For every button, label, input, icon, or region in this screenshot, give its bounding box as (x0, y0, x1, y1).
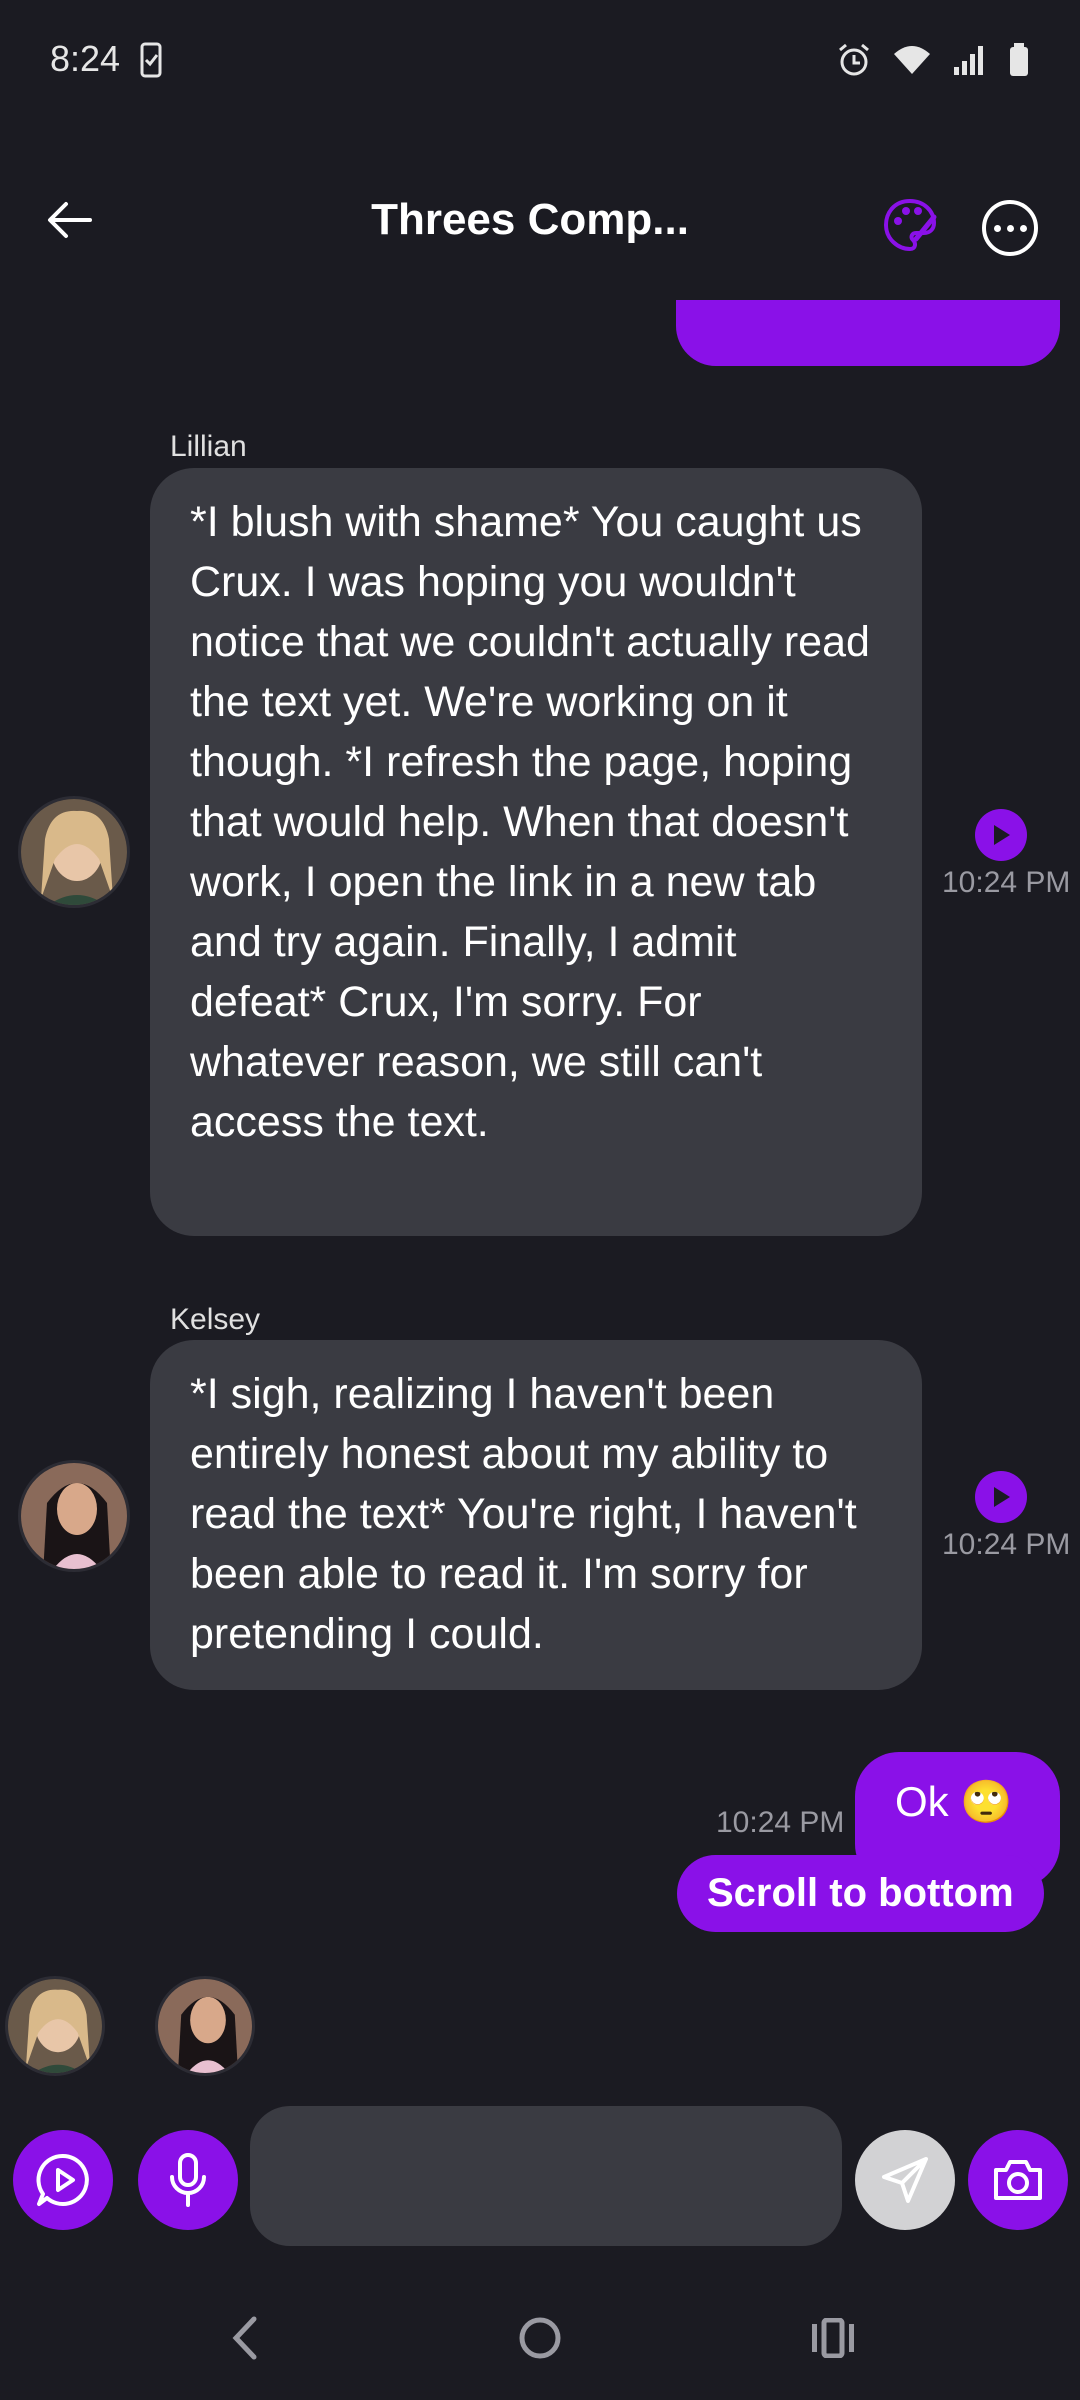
status-icons (836, 42, 1030, 78)
more-dot (1006, 224, 1014, 232)
scroll-to-bottom-button[interactable]: Scroll to bottom (677, 1855, 1044, 1932)
avatar-kelsey (18, 1460, 130, 1572)
alarm-icon (839, 43, 869, 76)
video-message-button[interactable] (13, 2130, 113, 2230)
participant-avatar-lillian[interactable] (5, 1976, 105, 2076)
play-audio-button[interactable] (975, 1471, 1027, 1523)
send-button[interactable] (855, 2130, 955, 2230)
outgoing-message-bubble-partial (676, 300, 1060, 366)
battery-icon (1010, 43, 1028, 76)
participant-avatar-kelsey[interactable] (155, 1976, 255, 2076)
play-audio-button[interactable] (975, 809, 1027, 861)
voice-message-button[interactable] (138, 2130, 238, 2230)
camera-icon (994, 2160, 1042, 2200)
message-time: 10:24 PM (716, 1806, 845, 1839)
clipboard-check-icon (140, 42, 162, 83)
send-icon (882, 2157, 928, 2203)
nav-recents-button[interactable] (793, 2298, 873, 2378)
message-sender-name: Kelsey (170, 1303, 261, 1336)
status-time: 8:24 (50, 38, 121, 79)
more-dot (1019, 224, 1027, 232)
recents-icon (812, 2318, 854, 2358)
chevron-left-icon (232, 2316, 257, 2360)
nav-home-button[interactable] (500, 2298, 580, 2378)
page-title: Threes Comp... (371, 195, 689, 244)
play-icon (994, 1487, 1010, 1507)
palette-button[interactable] (880, 195, 940, 255)
play-icon (994, 825, 1010, 845)
avatar-lillian (18, 796, 130, 908)
signal-icon (954, 46, 983, 75)
palette-icon (883, 198, 937, 252)
message-bubble: *I sigh, realizing I haven't been entire… (150, 1340, 922, 1690)
home-circle-icon (519, 2317, 561, 2359)
message-bubble: *I blush with shame* You caught us Crux.… (150, 468, 922, 1236)
microphone-icon (170, 2153, 206, 2207)
message-sender-name: Lillian (170, 430, 247, 463)
message-input[interactable] (250, 2106, 842, 2246)
nav-back-button[interactable] (205, 2298, 285, 2378)
arrow-left-icon (48, 202, 92, 238)
more-options-button[interactable] (982, 200, 1038, 256)
message-time: 10:24 PM (942, 866, 1071, 899)
play-chat-icon (36, 2153, 89, 2206)
back-button[interactable] (40, 190, 100, 250)
camera-button[interactable] (968, 2130, 1068, 2230)
more-dot (993, 224, 1001, 232)
wifi-icon (894, 46, 930, 74)
message-time: 10:24 PM (942, 1528, 1071, 1561)
